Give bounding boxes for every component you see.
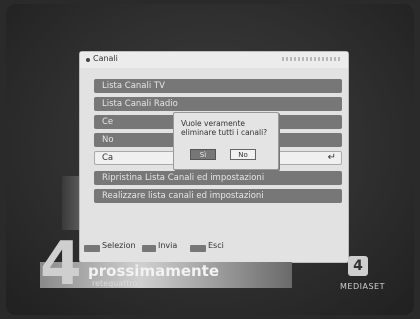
channels-panel: Canali Lista Canali TV Lista Canali Radi… [80,52,348,262]
yes-button[interactable]: Sì [190,149,216,160]
select-hint: Selezion [102,241,136,250]
menu-item-label: Ca [102,153,114,163]
menu-item-label: No [102,135,114,145]
banner-title: prossimamente [88,262,220,280]
menu-item-label: Realizzare lista canali ed impostazioni [102,191,264,201]
send-hint: Invia [158,241,178,250]
bullet-icon [86,58,90,62]
no-button[interactable]: No [230,149,256,160]
confirm-dialog: Vuole veramente eliminare tutti i canali… [173,112,279,170]
menu-item-label: Lista Canali TV [102,81,165,91]
menu-item-tv-list[interactable]: Lista Canali TV [94,79,342,93]
menu-item-radio-list[interactable]: Lista Canali Radio [94,97,342,111]
panel-header: Canali [80,52,348,68]
menu-item-label: Ce [102,117,114,127]
exit-key-icon [190,245,206,252]
menu-item-label: Ripristina Lista Canali ed impostazioni [102,173,265,183]
exit-hint: Esci [208,241,224,250]
menu-item-label: Lista Canali Radio [102,99,178,109]
dialog-message: Vuole veramente eliminare tutti i canali… [181,119,268,137]
menu-item-create-list[interactable]: Realizzare lista canali ed impostazioni [94,189,342,203]
mediaset-logo-icon: 4 [348,256,368,276]
ok-key-icon [142,245,156,252]
header-stripes-decoration [282,57,340,61]
enter-icon: ↵ [327,152,336,163]
broadcaster-name: MEDIASET [340,282,385,291]
channel-logo: 4 [40,229,82,299]
menu-item-restore-settings[interactable]: Ripristina Lista Canali ed impostazioni [94,171,342,185]
panel-title: Canali [93,54,118,63]
side-strip [62,176,80,230]
banner-subtitle: retequattro [92,279,138,288]
